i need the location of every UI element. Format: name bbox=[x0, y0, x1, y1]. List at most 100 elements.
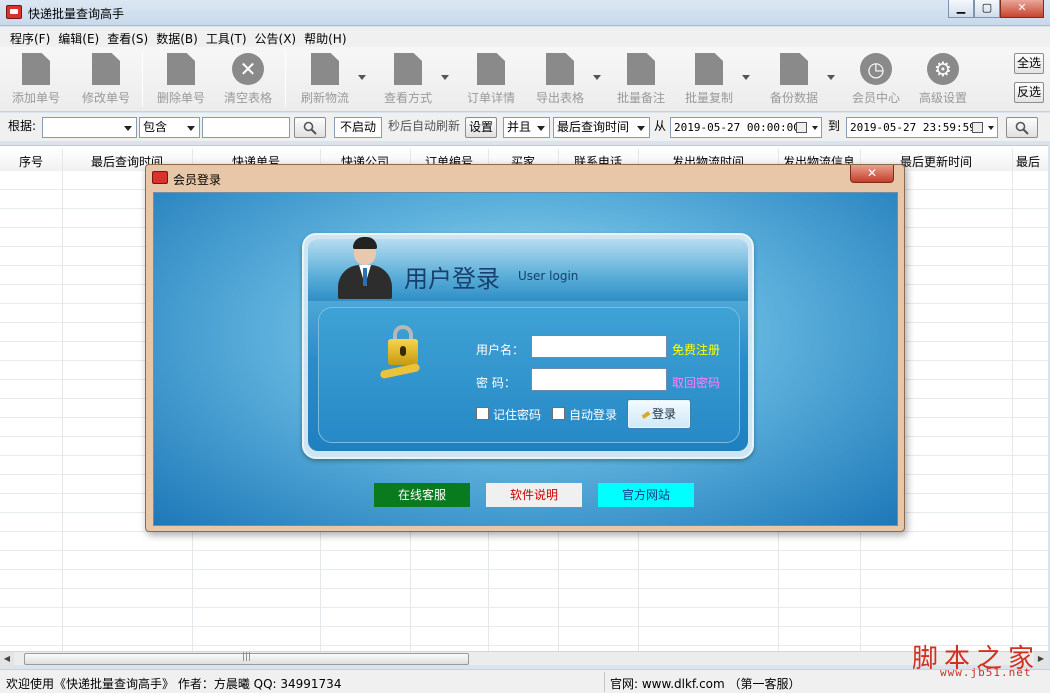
refresh-settings-button[interactable]: 设置 bbox=[465, 117, 497, 138]
password-label: 密 码： bbox=[476, 376, 516, 390]
match-mode-select[interactable]: 包含 bbox=[139, 117, 200, 138]
auto-login-label: 自动登录 bbox=[569, 408, 618, 422]
logic-select[interactable]: 并且 bbox=[503, 117, 550, 138]
close-icon: ✕ bbox=[1017, 1, 1027, 14]
date-search-button[interactable] bbox=[1006, 117, 1038, 138]
copy-icon bbox=[695, 53, 723, 85]
login-heading: 用户登录 bbox=[404, 265, 500, 293]
clear-table-label: 清空表格 bbox=[223, 91, 272, 105]
key-icon bbox=[641, 410, 651, 419]
edit-number-button[interactable]: 修改单号 bbox=[73, 51, 139, 107]
invert-selection-button[interactable]: 反选 bbox=[1014, 82, 1044, 103]
export-table-button[interactable]: 导出表格 bbox=[527, 51, 601, 107]
online-service-button[interactable]: 在线客服 bbox=[374, 483, 470, 507]
batch-copy-button[interactable]: 批量复制 bbox=[676, 51, 750, 107]
official-site-button[interactable]: 官方网站 bbox=[598, 483, 694, 507]
keyword-input[interactable] bbox=[202, 117, 290, 138]
backup-data-label: 备份数据 bbox=[769, 91, 818, 105]
delete-document-icon bbox=[167, 53, 195, 85]
batch-note-button[interactable]: 批量备注 bbox=[608, 51, 674, 107]
add-number-button[interactable]: 添加单号 bbox=[3, 51, 69, 107]
maximize-button[interactable]: ▢ bbox=[974, 0, 1000, 18]
chevron-down-icon bbox=[812, 126, 818, 130]
from-label: 从 bbox=[654, 119, 667, 133]
chevron-down-icon[interactable] bbox=[742, 75, 750, 80]
note-icon bbox=[627, 53, 655, 85]
to-label: 到 bbox=[828, 119, 841, 133]
from-date-picker[interactable]: 2019-05-27 00:00:00 bbox=[670, 117, 822, 138]
remember-password-checkbox[interactable] bbox=[476, 407, 489, 420]
advanced-settings-label: 高级设置 bbox=[918, 91, 967, 105]
window-controls: ▁ ▢ ✕ bbox=[948, 0, 1044, 18]
minimize-button[interactable]: ▁ bbox=[948, 0, 974, 18]
column-header[interactable]: 最后 bbox=[1012, 153, 1048, 170]
dialog-close-button[interactable]: ✕ bbox=[850, 165, 894, 183]
auto-login-checkbox[interactable] bbox=[552, 407, 565, 420]
login-header: 用户登录 User login bbox=[308, 237, 748, 301]
edit-document-icon bbox=[92, 53, 120, 85]
username-input[interactable] bbox=[531, 335, 667, 358]
username-label: 用户名： bbox=[476, 343, 525, 357]
recover-password-link[interactable]: 取回密码 bbox=[672, 374, 720, 391]
backup-icon bbox=[780, 53, 808, 85]
search-icon bbox=[303, 121, 317, 135]
clear-x-icon: ✕ bbox=[232, 53, 264, 85]
time-field-select[interactable]: 最后查询时间 bbox=[553, 117, 650, 138]
software-manual-button[interactable]: 软件说明 bbox=[486, 483, 582, 507]
refresh-logistics-button[interactable]: 刷新物流 bbox=[292, 51, 366, 107]
login-button[interactable]: 登录 bbox=[627, 399, 691, 429]
filter-field-select[interactable] bbox=[42, 117, 137, 138]
register-link[interactable]: 免费注册 bbox=[672, 341, 720, 358]
filter-bar: 根据: 包含 不启动 秒后自动刷新 设置 并且 最后查询时间 从 2019-05… bbox=[0, 113, 1050, 141]
menu-tools[interactable]: 工具(T) bbox=[202, 27, 251, 47]
backup-data-button[interactable]: 备份数据 bbox=[761, 51, 835, 107]
chevron-down-icon bbox=[637, 126, 645, 131]
order-document-icon bbox=[477, 53, 505, 85]
search-icon bbox=[1015, 121, 1029, 135]
close-button[interactable]: ✕ bbox=[1000, 0, 1044, 18]
grid-divider bbox=[62, 149, 63, 651]
add-number-label: 添加单号 bbox=[11, 91, 60, 105]
order-detail-button[interactable]: 订单详情 bbox=[458, 51, 524, 107]
menu-view[interactable]: 查看(S) bbox=[103, 27, 152, 47]
user-avatar-tie bbox=[363, 268, 367, 286]
grid-divider bbox=[1012, 149, 1013, 651]
login-subheading: User login bbox=[518, 269, 579, 283]
batch-copy-label: 批量复制 bbox=[684, 91, 733, 105]
from-date-value: 2019-05-27 00:00:00 bbox=[674, 121, 800, 134]
view-mode-button[interactable]: 查看方式 bbox=[375, 51, 449, 107]
search-button[interactable] bbox=[294, 117, 326, 138]
login-dialog: 会员登录 ✕ 用户登录 User login 用户名： 免费注册 密 码： 取回… bbox=[145, 164, 905, 532]
chevron-down-icon[interactable] bbox=[593, 75, 601, 80]
status-divider bbox=[604, 672, 605, 692]
menu-edit[interactable]: 编辑(E) bbox=[54, 27, 103, 47]
menu-help[interactable]: 帮助(H) bbox=[300, 27, 350, 47]
menu-notice[interactable]: 公告(X) bbox=[251, 27, 301, 47]
order-detail-label: 订单详情 bbox=[466, 91, 515, 105]
menu-data[interactable]: 数据(B) bbox=[152, 27, 202, 47]
app-icon bbox=[152, 171, 168, 184]
app-icon bbox=[6, 5, 22, 19]
select-all-button[interactable]: 全选 bbox=[1014, 53, 1044, 74]
chevron-down-icon[interactable] bbox=[441, 75, 449, 80]
clock-icon: ◷ bbox=[860, 53, 892, 85]
to-date-picker[interactable]: 2019-05-27 23:59:59 bbox=[846, 117, 998, 138]
password-input[interactable] bbox=[531, 368, 667, 391]
chevron-down-icon[interactable] bbox=[358, 75, 366, 80]
auto-refresh-input[interactable]: 不启动 bbox=[334, 117, 382, 138]
delete-number-button[interactable]: 删除单号 bbox=[148, 51, 214, 107]
chevron-down-icon bbox=[187, 126, 195, 131]
clear-table-button[interactable]: ✕ 清空表格 bbox=[215, 51, 281, 107]
view-document-icon bbox=[394, 53, 422, 85]
scroll-thumb[interactable] bbox=[24, 652, 469, 665]
close-icon: ✕ bbox=[866, 166, 878, 180]
menu-program[interactable]: 程序(F) bbox=[6, 27, 54, 47]
column-header[interactable]: 序号 bbox=[0, 153, 62, 170]
horizontal-scrollbar[interactable]: ◀ ▶ bbox=[0, 651, 1048, 666]
scroll-left-icon[interactable]: ◀ bbox=[0, 652, 14, 666]
batch-note-label: 批量备注 bbox=[616, 91, 665, 105]
lock-keyhole-icon bbox=[400, 346, 406, 356]
chevron-down-icon[interactable] bbox=[827, 75, 835, 80]
advanced-settings-button[interactable]: ⚙ 高级设置 bbox=[910, 51, 976, 107]
member-center-button[interactable]: ◷ 会员中心 bbox=[843, 51, 909, 107]
